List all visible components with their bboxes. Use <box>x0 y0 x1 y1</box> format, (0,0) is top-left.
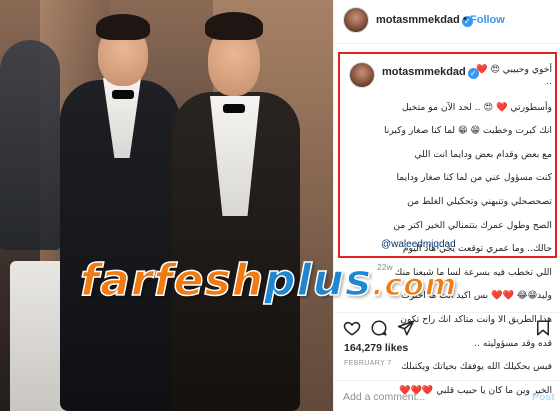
caption-line: وأسطورتي ❤️ 😍 .. لحد الآن مو متخيل <box>401 101 552 113</box>
comment-bar: Post <box>334 380 560 411</box>
watermark-part3: .com <box>371 267 458 304</box>
caption-line: مع بعض وقدام بعض ودايما انت اللي <box>414 148 552 160</box>
action-bar <box>334 312 560 338</box>
heart-icon[interactable] <box>343 319 361 337</box>
caption-username-text[interactable]: motasmmekdad <box>382 66 466 78</box>
header-username[interactable]: motasmmekdad ✓ <box>376 14 473 27</box>
farfeshplus-watermark: farfeshplus.com <box>79 253 457 309</box>
caption-line: كنت مسؤول عني من لما كنا صغار ودايما <box>396 172 553 184</box>
caption-line: فيس بحكيلك الله يوفقك بحياتك ويكتبلك <box>401 361 552 373</box>
bookmark-icon[interactable] <box>534 319 552 337</box>
watermark-part1: farfesh <box>79 254 265 307</box>
share-icon[interactable] <box>397 319 415 337</box>
caption-line: تصحصحلي وتنبهني وتحكيلي الغلط من <box>407 195 552 207</box>
caption-line: الصح وطول عمرك بتتمنالي الخير اكتر من <box>393 219 552 231</box>
caption-avatar[interactable] <box>349 62 375 88</box>
comment-input[interactable] <box>343 389 523 405</box>
comment-icon[interactable] <box>370 319 388 337</box>
header-bullet: • <box>463 13 467 25</box>
header-username-text[interactable]: motasmmekdad <box>376 14 460 26</box>
watermark-part2: plus <box>263 254 373 307</box>
likes-count[interactable]: 164,279 likes <box>344 342 408 354</box>
caption-line: انك كبرت وخطبت 😁 😁 لما كنا صغار وكبرنا <box>383 125 552 137</box>
post-date[interactable]: FEBRUARY 7 <box>344 360 392 367</box>
mention-link[interactable]: @waleedmiqdad <box>381 239 456 250</box>
post-side-panel: motasmmekdad ✓ • Follow motasmmekdad ✓ أخو… <box>333 0 560 411</box>
follow-button[interactable]: Follow <box>470 14 505 26</box>
background-person <box>0 40 60 250</box>
caption-line: أخوي وحبيبي 😍 ❤️ .. <box>475 64 552 87</box>
post-photo[interactable] <box>0 0 333 411</box>
avatar[interactable] <box>343 7 369 33</box>
post-header: motasmmekdad ✓ • Follow <box>334 0 560 44</box>
post-button[interactable]: Post <box>532 391 555 403</box>
caption-highlight-box: motasmmekdad ✓ أخوي وحبيبي 😍 ❤️ .. وأسطور… <box>338 52 557 396</box>
